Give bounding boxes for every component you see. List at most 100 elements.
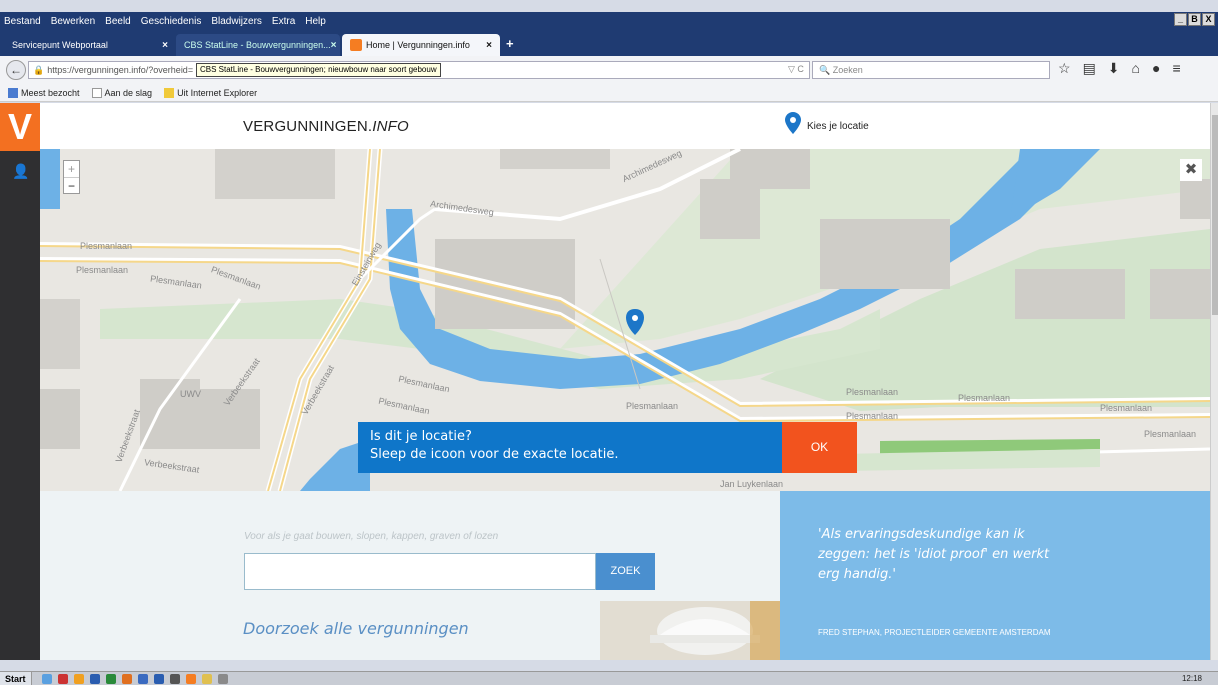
bookmark-label: Uit Internet Explorer bbox=[177, 87, 258, 98]
minimize-button[interactable]: _ bbox=[1174, 13, 1187, 26]
map-label: UWV bbox=[180, 389, 201, 399]
start-button[interactable]: Start bbox=[0, 671, 32, 685]
close-window-button[interactable]: X bbox=[1202, 13, 1215, 26]
map-label: Plesmanlaan bbox=[80, 241, 133, 251]
search-icon: 🔍 bbox=[819, 64, 833, 75]
bookmark-label: Meest bezocht bbox=[21, 87, 80, 98]
map-label: Jan Luykenlaan bbox=[720, 479, 784, 489]
app-icon[interactable] bbox=[121, 673, 132, 684]
testimonial: 'Als ervaringsdeskundige kan ik zeggen: … bbox=[780, 491, 1210, 660]
menu-bladwijzers[interactable]: Bladwijzers bbox=[211, 16, 262, 27]
app-icon[interactable] bbox=[57, 673, 68, 684]
library-icon[interactable]: ▤ bbox=[1083, 60, 1096, 77]
location-pin-icon[interactable] bbox=[785, 112, 801, 134]
browser-window: Bestand Bewerken Beeld Geschiedenis Blad… bbox=[0, 0, 1218, 685]
quote-author: FRED STEPHAN, PROJECTLEIDER GEMEENTE AMS… bbox=[818, 628, 1051, 637]
site-header: VERGUNNINGEN.INFO Kies je locatie bbox=[40, 103, 1210, 149]
taskbar: Start 12:18 bbox=[0, 671, 1218, 685]
tab-close-icon[interactable]: × bbox=[162, 40, 168, 51]
new-tab-button[interactable]: + bbox=[506, 36, 514, 51]
app-icon[interactable] bbox=[73, 673, 84, 684]
map-close-button[interactable]: ✖ bbox=[1180, 159, 1202, 181]
tab-servicepunt[interactable]: Servicepunt Webportaal × bbox=[4, 34, 176, 56]
menu-beeld[interactable]: Beeld bbox=[105, 16, 131, 27]
page-scrollbar[interactable] bbox=[1210, 103, 1218, 660]
zoom-control: + − bbox=[63, 160, 80, 194]
reload-icon[interactable]: ▽ C bbox=[788, 64, 804, 75]
tab-cbs-statline[interactable]: CBS StatLine - Bouwvergunningen... × bbox=[176, 34, 340, 56]
page-icon bbox=[91, 87, 102, 98]
popup-instruction: Sleep de icoon voor de exacte locatie. bbox=[370, 447, 619, 462]
app-icon[interactable] bbox=[137, 673, 148, 684]
firefox-icon[interactable] bbox=[185, 673, 196, 684]
zoom-out-button[interactable]: − bbox=[64, 177, 79, 193]
tab-vergunningen-active[interactable]: Home | Vergunningen.info × bbox=[342, 34, 500, 56]
brand-main: VERGUNNINGEN. bbox=[243, 118, 373, 135]
folder-icon[interactable] bbox=[201, 673, 212, 684]
scrollbar-thumb[interactable] bbox=[1212, 115, 1218, 315]
ok-button[interactable]: OK bbox=[782, 422, 857, 473]
navigation-bar: ← 🔒 https://vergunningen.info/?overheid=… bbox=[0, 56, 1218, 84]
tab-label: Servicepunt Webportaal bbox=[12, 40, 108, 50]
home-icon[interactable]: ⌂ bbox=[1132, 60, 1140, 77]
tab-close-icon[interactable]: × bbox=[331, 40, 337, 51]
ie-icon[interactable] bbox=[41, 673, 52, 684]
tab-label: CBS StatLine - Bouwvergunningen... bbox=[184, 40, 331, 50]
lock-icon: 🔒 bbox=[33, 64, 45, 75]
site-brand[interactable]: VERGUNNINGEN.INFO bbox=[243, 118, 409, 135]
tab-bar: Servicepunt Webportaal × CBS StatLine - … bbox=[0, 30, 1218, 56]
star-icon[interactable]: ☆ bbox=[1058, 60, 1071, 77]
menu-bestand[interactable]: Bestand bbox=[4, 16, 41, 27]
map-label: Plesmanlaan bbox=[1144, 429, 1197, 439]
browser-search-input[interactable]: 🔍 Zoeken bbox=[812, 61, 1050, 79]
chat-icon[interactable]: ● bbox=[1152, 60, 1160, 77]
search-hint: Voor als je gaat bouwen, slopen, kappen,… bbox=[244, 531, 499, 542]
taskbar-icons bbox=[32, 673, 228, 684]
search-section: Voor als je gaat bouwen, slopen, kappen,… bbox=[40, 491, 780, 660]
brand-italic: INFO bbox=[372, 118, 409, 135]
bookmark-meest-bezocht[interactable]: Meest bezocht bbox=[8, 87, 80, 98]
menu-icon[interactable]: ≡ bbox=[1172, 60, 1180, 77]
bookmark-aan-de-slag[interactable]: Aan de slag bbox=[91, 87, 153, 98]
site-logo[interactable]: V bbox=[0, 103, 40, 151]
bookmark-label: Aan de slag bbox=[104, 87, 153, 98]
map-label: Plesmanlaan bbox=[846, 387, 899, 397]
favicon-icon bbox=[350, 39, 362, 51]
word-icon[interactable] bbox=[89, 673, 100, 684]
menu-extra[interactable]: Extra bbox=[272, 16, 295, 27]
taskbar-clock: 12:18 bbox=[1181, 674, 1202, 683]
toolbar-icons: ☆ ▤ ⬇ ⌂ ● ≡ bbox=[1058, 60, 1181, 77]
choose-location-link[interactable]: Kies je locatie bbox=[807, 121, 869, 132]
map-label: Plesmanlaan bbox=[958, 393, 1011, 403]
bookmark-icon bbox=[8, 87, 18, 98]
url-text: https://vergunningen.info/?overheid= bbox=[47, 65, 194, 75]
quote-text: 'Als ervaringsdeskundige kan ik zeggen: … bbox=[818, 527, 1050, 582]
restore-button[interactable]: B bbox=[1188, 13, 1201, 26]
app-icon[interactable] bbox=[169, 673, 180, 684]
back-button[interactable]: ← bbox=[6, 60, 26, 80]
map-label: Plesmanlaan bbox=[846, 411, 899, 421]
tab-close-icon[interactable]: × bbox=[486, 40, 492, 51]
location-confirm-popup: Is dit je locatie? Sleep de icoon voor d… bbox=[358, 422, 782, 473]
worker-image bbox=[600, 601, 780, 660]
excel-icon[interactable] bbox=[105, 673, 116, 684]
window-controls: _ B X bbox=[1174, 13, 1215, 26]
word-icon[interactable] bbox=[153, 673, 164, 684]
map-label: Plesmanlaan bbox=[76, 265, 129, 275]
permit-search-input[interactable] bbox=[244, 553, 596, 590]
side-nav: V 👤 bbox=[0, 103, 40, 660]
page-content: V 👤 VERGUNNINGEN.INFO Kies je locatie + … bbox=[0, 103, 1210, 660]
app-icon[interactable] bbox=[217, 673, 228, 684]
menu-geschiedenis[interactable]: Geschiedenis bbox=[141, 16, 202, 27]
bookmarks-bar: Meest bezocht Aan de slag Uit Internet E… bbox=[0, 84, 1218, 102]
user-icon[interactable]: 👤 bbox=[12, 163, 29, 180]
download-icon[interactable]: ⬇ bbox=[1108, 60, 1120, 77]
zoom-in-button[interactable]: + bbox=[64, 161, 79, 177]
menu-help[interactable]: Help bbox=[305, 16, 326, 27]
folder-icon bbox=[164, 87, 175, 98]
popup-question: Is dit je locatie? bbox=[370, 429, 472, 444]
menu-bewerken[interactable]: Bewerken bbox=[51, 16, 95, 27]
browse-all-permits-link[interactable]: Doorzoek alle vergunningen bbox=[243, 619, 469, 638]
map-label: Plesmanlaan bbox=[626, 401, 679, 411]
bookmark-uit-ie[interactable]: Uit Internet Explorer bbox=[164, 87, 258, 98]
